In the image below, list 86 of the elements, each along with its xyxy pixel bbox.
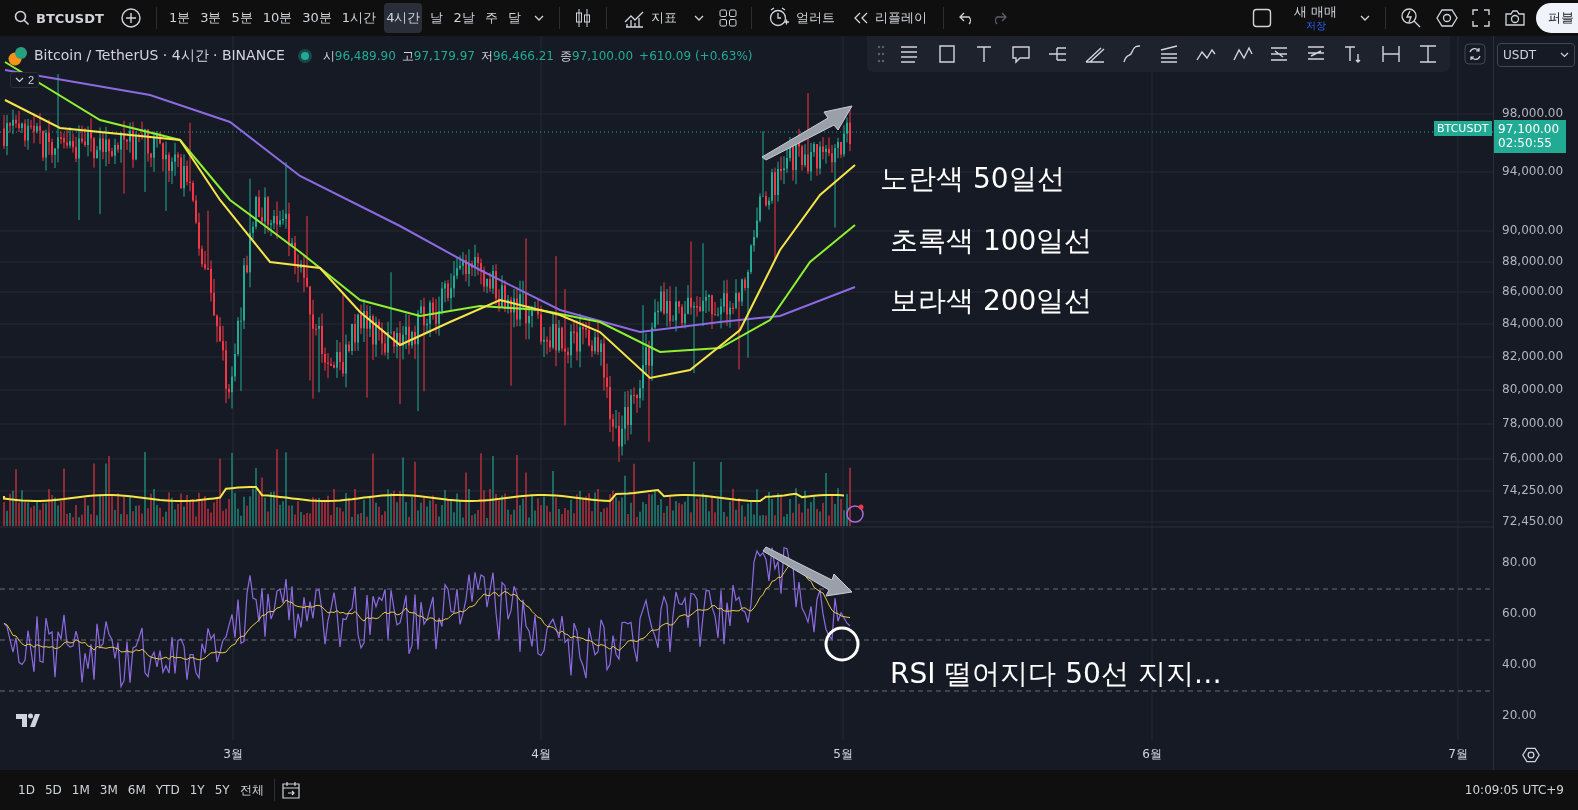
price-axis-label: 80,000.00 — [1502, 382, 1564, 396]
interval-button[interactable]: 3분 — [198, 3, 224, 33]
time-axis-label: 6월 — [1141, 746, 1163, 763]
price-axis-label: 98,000.00 — [1502, 106, 1564, 120]
annotation-text: 보라색 200일선 — [890, 283, 1093, 319]
price-axis-label: 72,450.00 — [1502, 514, 1564, 528]
price-axis-label: 88,000.00 — [1502, 254, 1564, 268]
indicators-button[interactable]: 지표 — [616, 4, 683, 32]
chevron-down-icon — [15, 77, 24, 83]
range-button[interactable]: 5Y — [210, 780, 234, 800]
market-open-icon — [300, 52, 309, 60]
interval-button[interactable]: 1분 — [166, 3, 193, 33]
lightning-search-icon[interactable] — [1400, 7, 1422, 29]
price-axis-label: 94,000.00 — [1502, 164, 1564, 178]
price-axis-label: 86,000.00 — [1502, 284, 1564, 298]
search-icon — [14, 10, 30, 26]
indicators-toggle[interactable]: 2 — [10, 72, 40, 88]
swap-icon[interactable] — [1464, 43, 1486, 65]
range-button[interactable]: 5D — [40, 780, 66, 800]
highlight-circle — [824, 626, 860, 662]
interval-button[interactable]: 달 — [505, 3, 523, 33]
ohlc-value: 시96,489.90 — [322, 47, 396, 65]
range-button[interactable]: 1Y — [185, 780, 209, 800]
interval-button[interactable]: 2날 — [451, 3, 477, 33]
last-price: 97,100.00 — [1498, 122, 1561, 137]
time-axis-label: 7월 — [1447, 746, 1469, 763]
symbol-search[interactable]: BTCUSDT — [8, 10, 110, 26]
rsi-axis-label: 20.00 — [1502, 708, 1537, 722]
layout-grid-icon[interactable] — [718, 9, 737, 27]
price-axis-label: 78,000.00 — [1502, 416, 1564, 430]
annotation-text: RSI 떨어지다 50선 지지… — [890, 656, 1222, 692]
alert-button[interactable]: 얼러트 — [761, 3, 841, 33]
publish-button[interactable]: 퍼블 — [1536, 3, 1578, 33]
price-axis-label: 82,000.00 — [1502, 349, 1564, 363]
price-axis-label: 76,000.00 — [1502, 451, 1564, 465]
ohlc-value: 저96,466.21 — [480, 47, 554, 65]
symbol-title: Bitcoin / TetherUS · 4시간 · BINANCE — [34, 47, 285, 65]
interval-button[interactable]: 1시간 — [339, 3, 379, 33]
candlestick-icon[interactable] — [573, 7, 592, 29]
range-button[interactable]: 3M — [95, 780, 122, 800]
price-axis-label: 74,250.00 — [1502, 483, 1564, 497]
currency-select[interactable]: USDT — [1497, 43, 1576, 67]
ohlc-value: 종97,100.00 — [560, 47, 634, 65]
annotation-text: 초록색 100일선 — [890, 223, 1093, 259]
settings-icon[interactable] — [1436, 7, 1458, 29]
settings-icon[interactable] — [1522, 746, 1541, 764]
clock-text: 10:09:05 UTC+9 — [1464, 783, 1564, 797]
rsi-axis-label: 80.00 — [1502, 555, 1537, 569]
price-change: +610.09 (+0.63%) — [639, 49, 753, 63]
time-axis-label: 4월 — [530, 746, 552, 763]
interval-button[interactable]: 5분 — [229, 3, 255, 33]
range-button[interactable]: 6M — [123, 780, 150, 800]
chevron-down-icon — [1560, 52, 1570, 58]
replay-button[interactable]: 리플레이 — [846, 5, 933, 31]
square-icon[interactable] — [1252, 8, 1273, 28]
symbol-price-tag: BTCUSDT — [1434, 121, 1492, 136]
trade-label: 새 매매 — [1294, 5, 1337, 20]
camera-icon[interactable] — [1504, 9, 1526, 27]
rsi-axis-label: 40.00 — [1502, 657, 1537, 671]
rewind-icon — [852, 11, 869, 25]
range-button[interactable]: 1D — [14, 780, 39, 800]
rsi-axis-label: 60.00 — [1502, 606, 1537, 620]
countdown-timer: 02:50:55 — [1498, 136, 1553, 151]
interval-button[interactable]: 30분 — [300, 3, 334, 33]
range-button[interactable]: 전체 — [235, 778, 268, 802]
time-axis-label: 3월 — [222, 746, 244, 763]
interval-button[interactable]: 4시간 — [384, 3, 423, 33]
fullscreen-icon[interactable] — [1472, 9, 1490, 27]
range-button[interactable]: YTD — [151, 780, 184, 800]
range-button[interactable]: 1M — [67, 780, 94, 800]
save-label: 저장 — [1305, 19, 1326, 31]
symbol-name: BTCUSDT — [36, 10, 104, 26]
add-symbol-icon[interactable] — [119, 7, 142, 29]
ohlc-value: 고97,179.97 — [401, 47, 475, 65]
price-axis-label: 90,000.00 — [1502, 223, 1564, 237]
alert-marker-icon — [846, 504, 864, 523]
drag-handle-icon[interactable] — [877, 44, 885, 64]
alarm-clock-icon — [767, 7, 790, 29]
interval-button[interactable]: 주 — [482, 3, 500, 33]
price-axis-label: 84,000.00 — [1502, 316, 1564, 330]
annotation-text: 노란색 50일선 — [880, 161, 1065, 197]
time-axis-label: 5월 — [832, 746, 854, 763]
interval-button[interactable]: 10분 — [260, 3, 295, 33]
trade-button[interactable]: 새 매매 저장 — [1282, 5, 1349, 31]
calendar-icon[interactable] — [280, 780, 301, 800]
interval-button[interactable]: 날 — [428, 3, 446, 33]
